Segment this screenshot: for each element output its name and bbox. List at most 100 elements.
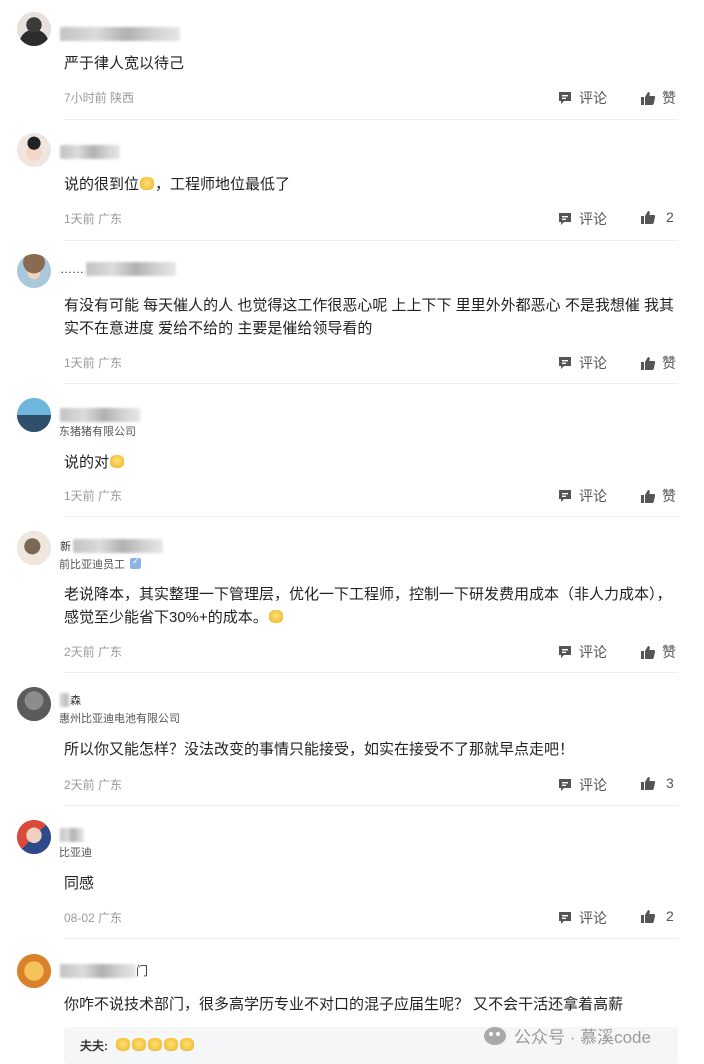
like-button[interactable]: 赞 (640, 88, 676, 108)
divider (64, 805, 678, 806)
username[interactable]: …… (60, 262, 176, 276)
reply-label: 评论 (579, 644, 607, 660)
comment-meta: 1天前 广东 (64, 487, 122, 504)
comment-location: 广东 (98, 212, 123, 226)
comment-time: 1天前 (64, 356, 95, 370)
like-label: 赞 (662, 90, 676, 106)
thumbs-up-icon (641, 490, 656, 503)
like-button[interactable]: 赞 (640, 642, 676, 662)
reply-label: 评论 (579, 488, 607, 504)
avatar[interactable] (17, 820, 51, 854)
thumbs-up-icon (641, 646, 656, 659)
comment-icon (559, 779, 571, 791)
comment-location: 广东 (98, 645, 123, 659)
cry-laugh-emoji-icon (164, 1038, 179, 1051)
username[interactable]: 门 (60, 962, 148, 979)
like-button[interactable]: 2 (640, 908, 674, 924)
like-button[interactable]: 3 (640, 775, 674, 791)
comment-time: 1天前 (64, 489, 95, 503)
reply-preview-author: 夫夫: (80, 1039, 108, 1053)
reply-button[interactable]: 评论 (557, 908, 607, 928)
reply-label: 评论 (579, 355, 607, 371)
reply-button[interactable]: 评论 (557, 353, 607, 373)
reply-button[interactable]: 评论 (557, 88, 607, 108)
grin-emoji-icon (110, 455, 125, 468)
like-label: 3 (666, 775, 674, 791)
avatar[interactable] (17, 531, 51, 565)
cry-laugh-emoji-icon (132, 1038, 147, 1051)
comment-location: 广东 (98, 911, 123, 925)
comment-time: 2天前 (64, 778, 95, 792)
reply-button[interactable]: 评论 (557, 486, 607, 506)
username-suffix: 门 (136, 964, 149, 978)
comment-location: 陕西 (110, 91, 135, 105)
avatar[interactable] (17, 254, 51, 288)
reply-label: 评论 (579, 90, 607, 106)
username[interactable]: 新 (60, 538, 163, 554)
like-button[interactable]: 赞 (640, 353, 676, 373)
comment-meta: 7小时前 陕西 (64, 89, 134, 106)
avatar[interactable] (17, 133, 51, 167)
watermark-text: 公众号 · 慕溪code (514, 1028, 651, 1047)
divider (64, 240, 678, 241)
comment-text: 你咋不说技术部门，很多高学历专业不对口的混子应届生呢？ 又不会干活还拿着高薪 (64, 996, 624, 1013)
comment-text: 说的对 (64, 451, 686, 474)
reply-label: 评论 (579, 777, 607, 793)
comment-text: 严于律人宽以待己 (64, 55, 185, 72)
username[interactable] (60, 27, 180, 41)
username-suffix: 森 (70, 695, 81, 707)
comment-meta: 2天前 广东 (64, 776, 122, 793)
reply-label: 评论 (579, 211, 607, 227)
like-label: 2 (666, 209, 674, 225)
like-button[interactable]: 2 (640, 209, 674, 225)
wechat-icon (484, 1026, 506, 1045)
reply-button[interactable]: 评论 (557, 209, 607, 229)
username[interactable] (60, 145, 120, 159)
avatar[interactable] (17, 398, 51, 432)
like-label: 赞 (662, 488, 676, 504)
username[interactable] (60, 828, 84, 842)
like-label: 2 (666, 908, 674, 924)
divider (64, 516, 678, 517)
comment-meta: 08-02 广东 (64, 909, 122, 926)
comment-text: 老说降本，其实整理一下管理层，优化一下工程师，控制一下研发费用成本（非人力成本）… (64, 586, 672, 626)
thumbs-up-icon (641, 910, 656, 923)
username-prefix: 新 (60, 541, 71, 553)
comment-time: 08-02 (64, 911, 95, 925)
reply-button[interactable]: 评论 (557, 775, 607, 795)
divider (64, 672, 678, 673)
like-label: 赞 (662, 644, 676, 660)
reply-preview-emojis (115, 1038, 195, 1053)
like-button[interactable]: 赞 (640, 486, 676, 506)
comment-time: 1天前 (64, 212, 95, 226)
thumbs-up-icon (641, 211, 656, 224)
comment-text: 同感 (64, 875, 95, 892)
user-subtitle: 惠州比亚迪电池有限公司 (59, 713, 180, 725)
divider (64, 383, 678, 384)
comment-text: 说的很到位 ，工程师地位最低了 (64, 176, 291, 193)
thumbs-up-icon (641, 357, 656, 370)
reply-button[interactable]: 评论 (557, 642, 607, 662)
comment-text: 所以你又能怎样？没法改变的事情只能接受，如实在接受不了那就早点走吧！ (64, 741, 575, 758)
comment-icon (559, 92, 571, 104)
verified-badge-icon (130, 556, 141, 569)
thumbs-up-icon (641, 777, 656, 790)
username-prefix: …… (60, 262, 84, 276)
avatar[interactable] (17, 687, 51, 721)
avatar[interactable] (17, 12, 51, 46)
grin-emoji-icon (268, 610, 283, 623)
reply-label: 评论 (579, 910, 607, 926)
user-subtitle: 比亚迪 (59, 847, 92, 859)
comment-time: 2天前 (64, 645, 95, 659)
like-label: 赞 (662, 355, 676, 371)
comment-meta: 2天前 广东 (64, 643, 122, 660)
cry-laugh-emoji-icon (116, 1038, 131, 1051)
username[interactable] (60, 408, 140, 422)
comment-icon (559, 213, 571, 225)
username[interactable]: 森 (60, 692, 81, 708)
grin-emoji-icon (140, 177, 155, 190)
cry-laugh-emoji-icon (148, 1038, 163, 1051)
comment-location: 广东 (98, 489, 123, 503)
avatar[interactable] (17, 954, 51, 988)
comment-icon (559, 357, 571, 369)
